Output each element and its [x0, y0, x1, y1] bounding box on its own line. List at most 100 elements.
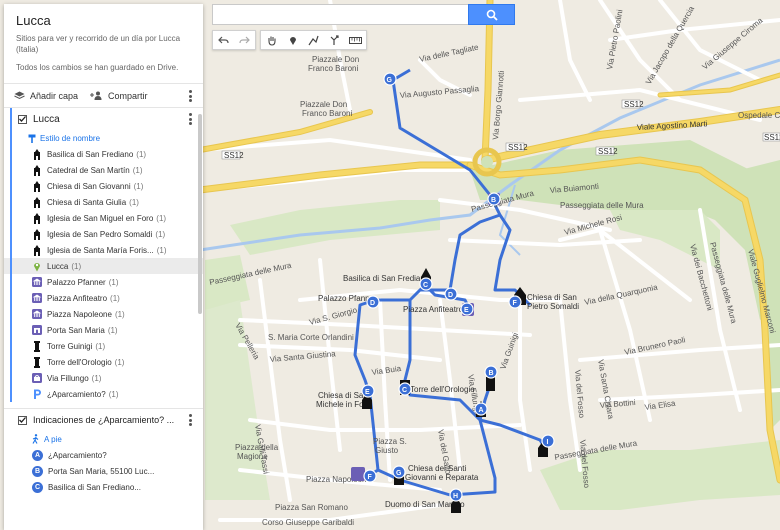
search-bar: [212, 4, 515, 25]
map-title[interactable]: Lucca: [16, 13, 191, 28]
ruler-icon: [349, 36, 362, 44]
layer-item-label: Torre Guinigi: [47, 341, 93, 351]
pin-icon: [32, 261, 42, 272]
layer-visibility-checkbox[interactable]: [18, 114, 27, 124]
palace-icon: [351, 467, 365, 481]
undo-button[interactable]: [213, 31, 234, 49]
layer-item[interactable]: Catedral de San Martín (1): [4, 162, 203, 178]
directions-icon: [330, 34, 339, 45]
layer-item-label: ¿Aparcamiento?: [47, 389, 106, 399]
layer-item[interactable]: ¿Aparcamiento? (1): [4, 386, 203, 402]
svg-text:C: C: [402, 387, 407, 394]
history-tools: [212, 30, 256, 50]
svg-text:SS12: SS12: [508, 143, 528, 152]
church-icon: [32, 212, 42, 224]
svg-text:Magione: Magione: [237, 452, 268, 461]
map-options-menu-button[interactable]: [185, 89, 195, 103]
checkmark-icon: [19, 116, 26, 122]
search-button[interactable]: [468, 4, 515, 25]
layer-item[interactable]: Via Fillungo (1): [4, 370, 203, 386]
layer-item-count: (1): [132, 165, 143, 175]
layer-item[interactable]: Lucca (1): [4, 258, 203, 274]
travel-mode[interactable]: A pie: [4, 431, 203, 447]
search-input[interactable]: [212, 4, 468, 25]
layer-item[interactable]: Torre dell'Orologio (1): [4, 354, 203, 370]
svg-text:Piazza Anfiteatro: Piazza Anfiteatro: [403, 305, 464, 314]
gate-icon: [32, 325, 42, 336]
layer-item-count: (1): [129, 197, 139, 207]
measure-tool[interactable]: [345, 31, 366, 49]
hand-tool[interactable]: [261, 31, 282, 49]
layer-item-label: Chiesa di San Giovanni: [47, 181, 131, 191]
layer-item-count: (1): [91, 373, 102, 383]
map-sidebar-panel: Lucca Sitios para ver y recorrido de un …: [4, 4, 203, 530]
layer-item-label: Iglesia de San Miguel en Foro: [47, 213, 154, 223]
svg-text:D: D: [448, 292, 453, 299]
svg-text:Pietro Somaldi: Pietro Somaldi: [527, 302, 579, 311]
svg-text:Chiesa dei Santi: Chiesa dei Santi: [408, 464, 466, 473]
add-layer-button[interactable]: Añadir capa: [14, 91, 78, 101]
style-by-name-link[interactable]: Estilo de nombre: [4, 130, 203, 146]
sidebar-scrollbar-thumb[interactable]: [198, 114, 202, 314]
layer-options-menu-button[interactable]: [185, 112, 195, 126]
svg-text:Giusto: Giusto: [375, 446, 399, 455]
layer-item[interactable]: Iglesia de San Miguel en Foro (1): [4, 210, 203, 226]
svg-text:G: G: [396, 470, 402, 477]
redo-button[interactable]: [234, 31, 255, 49]
layer-item-count: (1): [110, 293, 120, 303]
layer-actions: Añadir capa Compartir: [4, 84, 203, 108]
layer-item[interactable]: Chiesa di San Giovanni (1): [4, 178, 203, 194]
directions-visibility-checkbox[interactable]: [18, 415, 27, 425]
layer-item[interactable]: Palazzo Pfanner (1): [4, 274, 203, 290]
share-button[interactable]: Compartir: [90, 91, 148, 101]
layer-item-label: Iglesia de San Pedro Somaldi: [47, 229, 153, 239]
directions-stop[interactable]: C Basilica di San Frediano...: [4, 479, 203, 495]
layer-item[interactable]: Piazza Anfiteatro (1): [4, 290, 203, 306]
add-layer-label: Añadir capa: [30, 90, 79, 101]
stop-label: Porta San Maria, 55100 Luc...: [48, 466, 155, 476]
add-person-icon: [90, 91, 102, 100]
layer-item[interactable]: Iglesia de Santa María Foris... (1): [4, 242, 203, 258]
svg-text:A: A: [479, 407, 484, 414]
layer-item[interactable]: Chiesa di Santa Giulia (1): [4, 194, 203, 210]
layer-item-label: Chiesa di Santa Giulia: [47, 197, 127, 207]
layer-item[interactable]: Torre Guinigi (1): [4, 338, 203, 354]
svg-text:E: E: [365, 389, 370, 396]
stop-label: Basilica di San Frediano...: [48, 482, 141, 492]
svg-text:Giovanni e Reparata: Giovanni e Reparata: [405, 473, 479, 482]
svg-text:Chiesa di San: Chiesa di San: [527, 293, 577, 302]
directions-layer-name[interactable]: Indicaciones de ¿Aparcamiento? ...: [33, 415, 174, 425]
directions-stop-list: A ¿Aparcamiento? B Porta San Maria, 55100 L…: [4, 447, 203, 495]
svg-text:SS12: SS12: [624, 100, 644, 109]
checkmark-icon: [19, 417, 26, 423]
svg-text:SS12: SS12: [764, 133, 780, 142]
add-marker-tool[interactable]: [282, 31, 303, 49]
layer-item-label: Lucca: [47, 261, 69, 271]
directions-tool[interactable]: [324, 31, 345, 49]
svg-text:Piazza S.: Piazza S.: [373, 437, 407, 446]
layer-item-count: (1): [133, 181, 144, 191]
map-description[interactable]: Sitios para ver y recorrido de un día po…: [16, 33, 191, 55]
directions-stop[interactable]: A ¿Aparcamiento?: [4, 447, 203, 463]
layer-item-count: (1): [114, 357, 125, 367]
layer-item-count: (1): [155, 229, 166, 239]
layer-header[interactable]: Lucca: [4, 108, 203, 130]
directions-options-menu-button[interactable]: [185, 413, 195, 427]
layer-selected-indicator: [10, 108, 12, 402]
stop-letter-badge: B: [32, 465, 43, 477]
layer-item[interactable]: Basilica di San Frediano (1): [4, 146, 203, 162]
layer-name[interactable]: Lucca: [33, 114, 60, 125]
layer-item[interactable]: Porta San Maria (1): [4, 322, 203, 338]
directions-layer-header[interactable]: Indicaciones de ¿Aparcamiento? ...: [4, 409, 203, 431]
layer-item-label: Catedral de San Martín: [47, 165, 130, 175]
layer-item-count: (1): [107, 325, 118, 335]
layer-item-label: Via Fillungo: [47, 373, 89, 383]
layer-item-count: (1): [136, 149, 147, 159]
svg-text:S. Maria Corte Orlandini: S. Maria Corte Orlandini: [268, 333, 354, 342]
layer-item-label: Iglesia de Santa María Foris...: [47, 245, 154, 255]
directions-stop[interactable]: B Porta San Maria, 55100 Luc...: [4, 463, 203, 479]
share-label: Compartir: [108, 90, 148, 101]
draw-line-tool[interactable]: [303, 31, 324, 49]
layer-item[interactable]: Iglesia de San Pedro Somaldi (1): [4, 226, 203, 242]
layer-item[interactable]: Piazza Napoleone (1): [4, 306, 203, 322]
